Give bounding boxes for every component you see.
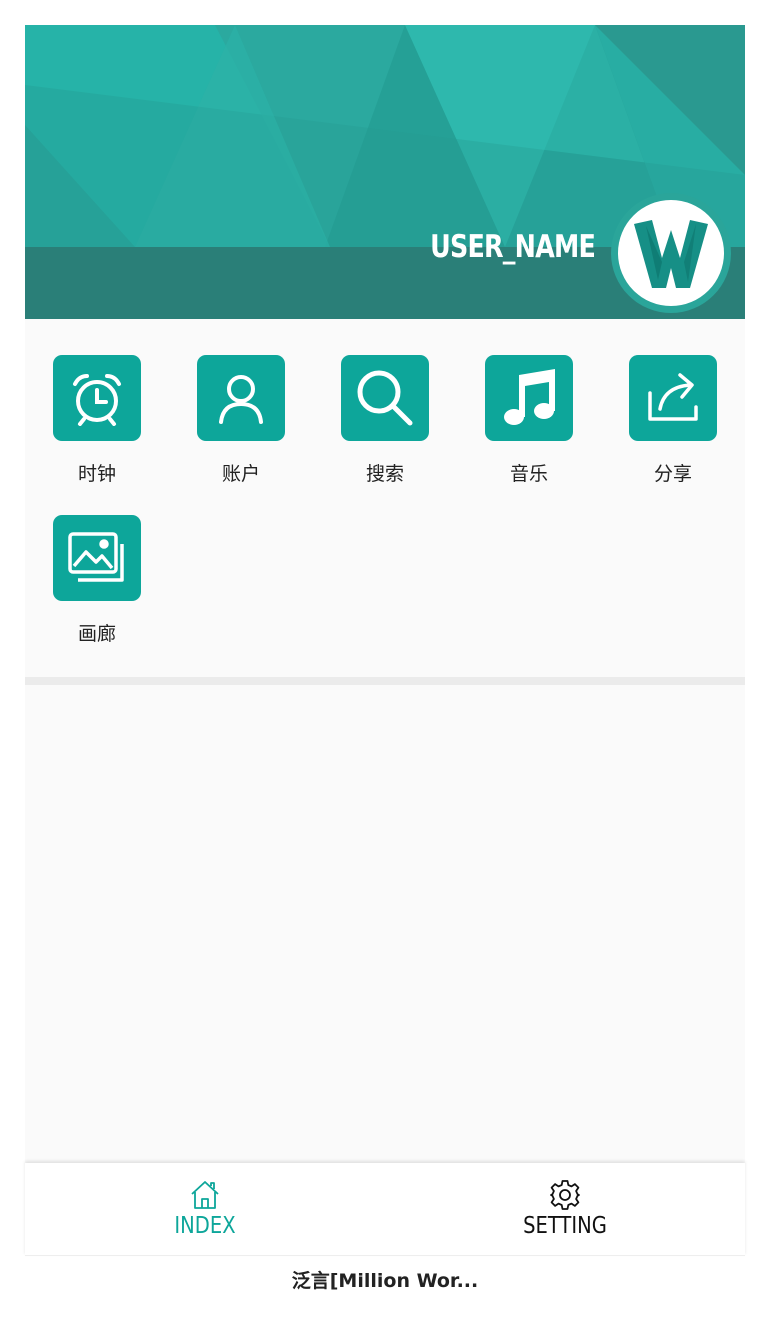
tab-label: SETTING [523, 1213, 607, 1239]
tab-label: INDEX [174, 1213, 236, 1239]
grid-item-label: 搜索 [365, 463, 404, 485]
grid-item-label: 账户 [221, 463, 260, 485]
grid-item-music[interactable]: 音乐 [469, 355, 589, 505]
grid-item-gallery[interactable]: 画廊 [37, 515, 157, 665]
user-icon [219, 375, 263, 424]
grid-item-label: 时钟 [77, 463, 116, 485]
grid-item-label: 画廊 [77, 623, 116, 645]
alarm-clock-icon [73, 374, 121, 426]
gear-icon [550, 1180, 580, 1210]
gallery-icon [68, 532, 124, 582]
grid-item-label: 音乐 [509, 463, 548, 485]
username-label: USER_NAME [430, 229, 596, 265]
grid-item-account[interactable]: 账户 [181, 355, 301, 505]
bottom-tab-bar: INDEX SETTING [25, 1163, 745, 1256]
grid-item-label: 分享 [653, 463, 692, 485]
home-icon [191, 1181, 219, 1209]
tab-setting[interactable]: SETTING [385, 1163, 745, 1255]
grid-item-clock[interactable]: 时钟 [37, 355, 157, 505]
avatar[interactable] [611, 193, 731, 313]
music-note-icon [504, 369, 555, 425]
app-title-footer: 泛言[Million Wor... [291, 1270, 479, 1292]
share-icon [648, 373, 698, 421]
search-icon [357, 370, 413, 426]
grid-item-share[interactable]: 分享 [613, 355, 733, 505]
app-window: USER_NAME 时钟 账户 搜索 音乐 分享 画廊 INDEX SETTIN… [25, 25, 745, 1256]
grid-item-search[interactable]: 搜索 [325, 355, 445, 505]
profile-header: USER_NAME [25, 25, 745, 319]
tab-index[interactable]: INDEX [25, 1163, 385, 1255]
section-divider [25, 677, 745, 685]
w-logo-icon [634, 220, 708, 288]
content-area [25, 685, 745, 1163]
app-grid: 时钟 账户 搜索 音乐 分享 画廊 [25, 319, 745, 677]
